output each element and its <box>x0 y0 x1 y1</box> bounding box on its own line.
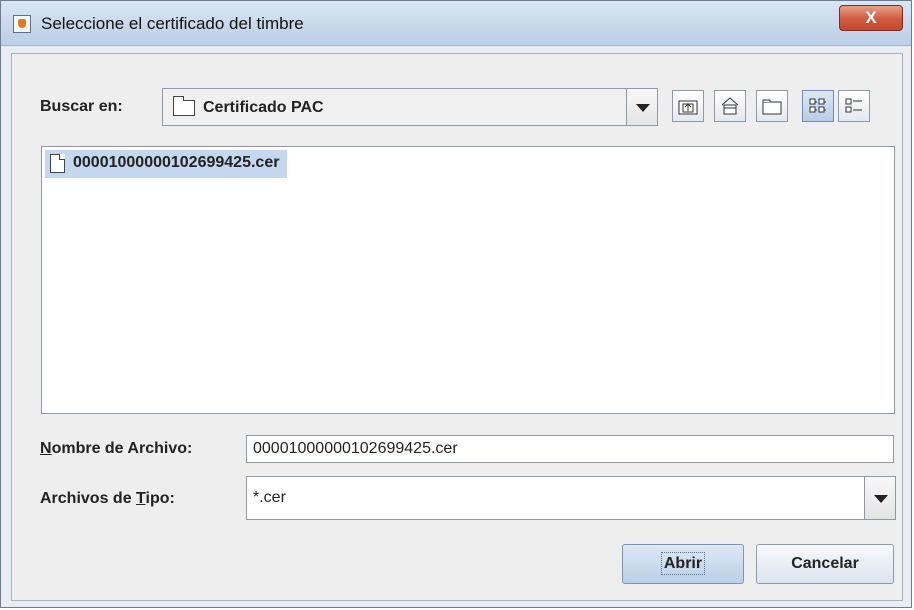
file-name-value: 00001000000102699425.cer <box>253 440 458 457</box>
look-in-combo[interactable]: Certificado PAC <box>162 88 658 126</box>
close-button[interactable]: X <box>839 5 903 31</box>
window-title: Seleccione el certificado del timbre <box>41 14 304 33</box>
home-button[interactable] <box>714 90 746 122</box>
title-bar[interactable]: Seleccione el certificado del timbre X <box>1 1 911 46</box>
details-view-icon <box>845 98 862 113</box>
file-type-dropdown-button[interactable] <box>864 477 895 519</box>
list-view-button[interactable] <box>802 90 834 122</box>
cancel-button[interactable]: Cancelar <box>756 544 894 584</box>
look-in-dropdown-button[interactable] <box>626 89 657 125</box>
file-chooser-dialog: Seleccione el certificado del timbre X B… <box>0 0 912 608</box>
file-list[interactable]: 00001000000102699425.cer <box>41 146 895 414</box>
list-item[interactable]: 00001000000102699425.cer <box>45 150 288 178</box>
list-view-icon <box>809 98 826 113</box>
details-view-button[interactable] <box>838 90 870 122</box>
home-icon <box>721 97 739 115</box>
open-button[interactable]: Abrir <box>622 544 744 584</box>
file-type-label: Archivos de Tipo: <box>40 490 175 507</box>
file-type-combo[interactable]: *.cer <box>246 476 896 520</box>
file-icon <box>50 154 65 173</box>
file-type-value: *.cer <box>253 489 286 506</box>
dialog-content: Buscar en: Certificado PAC 0000100000010… <box>11 53 903 601</box>
up-folder-button[interactable] <box>672 90 704 122</box>
file-name: 00001000000102699425.cer <box>73 154 280 171</box>
new-folder-icon <box>762 99 782 115</box>
file-name-input[interactable]: 00001000000102699425.cer <box>246 435 894 463</box>
java-icon <box>13 15 31 33</box>
folder-icon <box>173 96 195 116</box>
look-in-label: Buscar en: <box>40 98 123 115</box>
look-in-value: Certificado PAC <box>203 99 324 116</box>
close-icon: X <box>865 8 877 27</box>
up-folder-icon <box>678 100 698 115</box>
file-name-label: Nombre de Archivo: <box>40 440 193 457</box>
new-folder-button[interactable] <box>756 90 788 122</box>
